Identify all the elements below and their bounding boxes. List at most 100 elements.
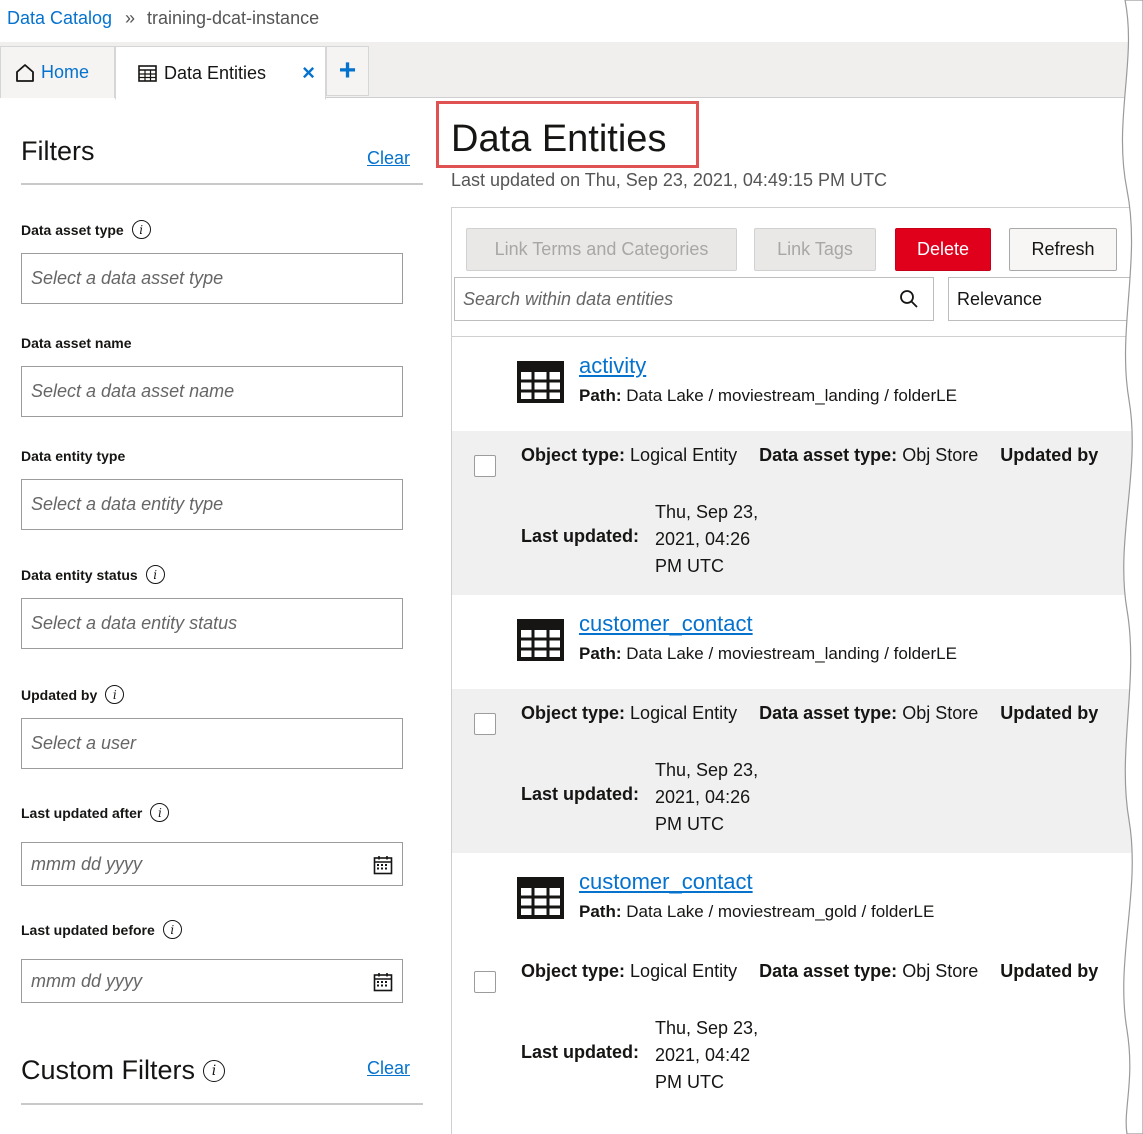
last-updated-label: Last updated: xyxy=(521,526,640,546)
filter-label-text: Data entity type xyxy=(21,448,126,464)
last-updated-line: PM UTC xyxy=(655,556,724,576)
filters-panel: Filters Clear Data asset type i Select a… xyxy=(0,98,440,1134)
last-updated-line: 2021, 04:26 xyxy=(655,787,751,807)
breadcrumb-data-catalog-link[interactable]: Data Catalog xyxy=(7,8,112,29)
table-icon xyxy=(517,877,564,919)
entity-path: Path: Data Lake / moviestream_gold / fol… xyxy=(579,902,934,922)
last-updated-label: Last updated: xyxy=(521,1042,640,1062)
breadcrumb-current-instance: training-dcat-instance xyxy=(147,8,320,28)
path-label: Path: xyxy=(579,644,622,663)
link-terms-and-categories-button[interactable]: Link Terms and Categories xyxy=(466,228,737,271)
tab-bar: Home Data Entities × + xyxy=(0,42,1143,100)
table-icon xyxy=(517,619,564,661)
data-asset-type-placeholder: Select a data asset type xyxy=(31,268,224,288)
path-label: Path: xyxy=(579,386,622,405)
entity-list: activity Path: Data Lake / moviestream_l… xyxy=(452,336,1143,1111)
filter-label-text: Data asset name xyxy=(21,335,132,351)
list-item-details: Object type: Logical Entity Data asset ty… xyxy=(452,689,1143,853)
refresh-button[interactable]: Refresh xyxy=(1009,228,1117,271)
add-tab-button[interactable]: + xyxy=(326,46,369,96)
entity-path: Path: Data Lake / moviestream_landing / … xyxy=(579,644,957,664)
data-asset-type-label: Data asset type: xyxy=(759,445,898,465)
path-value: Data Lake / moviestream_landing / folder… xyxy=(626,386,957,405)
breadcrumb-separator: » xyxy=(125,8,136,28)
data-entity-type-select[interactable]: Select a data entity type xyxy=(21,479,403,530)
row-select-checkbox[interactable] xyxy=(474,455,496,477)
list-item-header: customer_contact Path: Data Lake / movie… xyxy=(452,595,1143,689)
data-asset-type-label: Data asset type: xyxy=(759,961,898,981)
object-type-label: Object type: xyxy=(521,703,626,723)
list-item-header: activity Path: Data Lake / moviestream_l… xyxy=(452,337,1143,431)
sort-select-value: Relevance xyxy=(957,288,1043,309)
filter-label-text: Last updated before xyxy=(21,921,155,938)
updated-by-label: Updated by xyxy=(1000,703,1099,723)
filters-clear-link[interactable]: Clear xyxy=(367,148,410,169)
info-icon[interactable]: i xyxy=(150,803,170,822)
filter-label-last-updated-before: Last updated before i xyxy=(21,920,182,939)
entity-meta: Object type: Logical Entity Data asset ty… xyxy=(521,703,1098,724)
close-icon[interactable]: × xyxy=(302,62,315,84)
entity-name-link[interactable]: customer_contact xyxy=(579,869,753,895)
list-item: customer_contact Path: Data Lake / movie… xyxy=(452,595,1143,853)
calendar-icon[interactable] xyxy=(373,855,393,875)
filter-label-data-entity-type: Data entity type xyxy=(21,448,125,464)
data-asset-name-select[interactable]: Select a data asset name xyxy=(21,366,403,417)
delete-button[interactable]: Delete xyxy=(895,228,991,271)
tab-data-entities[interactable]: Data Entities × xyxy=(115,46,326,100)
entity-name-link[interactable]: customer_contact xyxy=(579,611,753,637)
data-asset-type-value: Obj Store xyxy=(902,961,979,981)
info-icon[interactable]: i xyxy=(105,685,125,704)
row-select-checkbox[interactable] xyxy=(474,713,496,735)
last-updated-line: 2021, 04:42 xyxy=(655,1045,751,1065)
list-item-header: customer_contact Path: Data Lake / movie… xyxy=(452,853,1143,947)
list-item: customer_contact Path: Data Lake / movie… xyxy=(452,853,1143,1111)
last-updated-line: Thu, Sep 23, xyxy=(655,1018,759,1038)
row-select-checkbox[interactable] xyxy=(474,971,496,993)
search-input[interactable]: Search within data entities xyxy=(454,277,934,321)
entity-meta: Object type: Logical Entity Data asset ty… xyxy=(521,961,1098,982)
link-tags-button[interactable]: Link Tags xyxy=(754,228,876,271)
custom-filters-clear-link[interactable]: Clear xyxy=(367,1058,410,1079)
custom-filters-divider xyxy=(21,1103,423,1105)
data-entity-status-select[interactable]: Select a data entity status xyxy=(21,598,403,649)
object-type-label: Object type: xyxy=(521,445,626,465)
last-updated-value: Thu, Sep 23, 2021, 04:42 PM UTC xyxy=(655,1015,780,1096)
last-updated-line: Thu, Sep 23, xyxy=(655,760,759,780)
search-placeholder: Search within data entities xyxy=(463,288,674,309)
tab-home[interactable]: Home xyxy=(0,46,115,98)
path-value: Data Lake / moviestream_gold / folderLE xyxy=(626,902,935,921)
last-updated-after-date-input[interactable]: mmm dd yyyy xyxy=(21,842,403,886)
info-icon[interactable]: i xyxy=(145,565,165,584)
calendar-icon[interactable] xyxy=(373,972,393,992)
path-label: Path: xyxy=(579,902,622,921)
list-item: activity Path: Data Lake / moviestream_l… xyxy=(452,337,1143,595)
data-asset-type-select[interactable]: Select a data asset type xyxy=(21,253,403,304)
object-type-value: Logical Entity xyxy=(630,961,738,981)
path-value: Data Lake / moviestream_landing / folder… xyxy=(626,644,957,663)
info-icon[interactable]: i xyxy=(131,220,151,239)
filter-label-data-asset-name: Data asset name xyxy=(21,335,132,351)
add-icon: + xyxy=(338,54,357,87)
filter-label-last-updated-after: Last updated after i xyxy=(21,803,170,822)
search-icon[interactable] xyxy=(899,289,919,309)
breadcrumb: Data Catalog » training-dcat-instance xyxy=(0,0,1143,42)
filter-label-text: Data entity status xyxy=(21,566,138,583)
info-icon[interactable]: i xyxy=(162,920,182,939)
last-updated-line: PM UTC xyxy=(655,814,724,834)
last-updated-before-placeholder: mmm dd yyyy xyxy=(31,970,143,991)
filter-label-updated-by: Updated by i xyxy=(21,685,125,704)
filter-label-data-asset-type: Data asset type i xyxy=(21,220,151,239)
last-updated-line: PM UTC xyxy=(655,1072,724,1092)
list-item-details: Object type: Logical Entity Data asset ty… xyxy=(452,431,1143,595)
table-icon xyxy=(517,361,564,403)
info-icon[interactable]: i xyxy=(203,1059,226,1082)
entity-name-link[interactable]: activity xyxy=(579,353,646,379)
custom-filters-title: Custom Filters i xyxy=(21,1055,226,1086)
updated-by-select[interactable]: Select a user xyxy=(21,718,403,769)
updated-by-label: Updated by xyxy=(1000,961,1099,981)
last-updated-value: Thu, Sep 23, 2021, 04:26 PM UTC xyxy=(655,757,780,838)
object-type-label: Object type: xyxy=(521,961,626,981)
last-updated-value: Thu, Sep 23, 2021, 04:26 PM UTC xyxy=(655,499,780,580)
title-highlight-box xyxy=(436,101,699,168)
last-updated-before-date-input[interactable]: mmm dd yyyy xyxy=(21,959,403,1003)
